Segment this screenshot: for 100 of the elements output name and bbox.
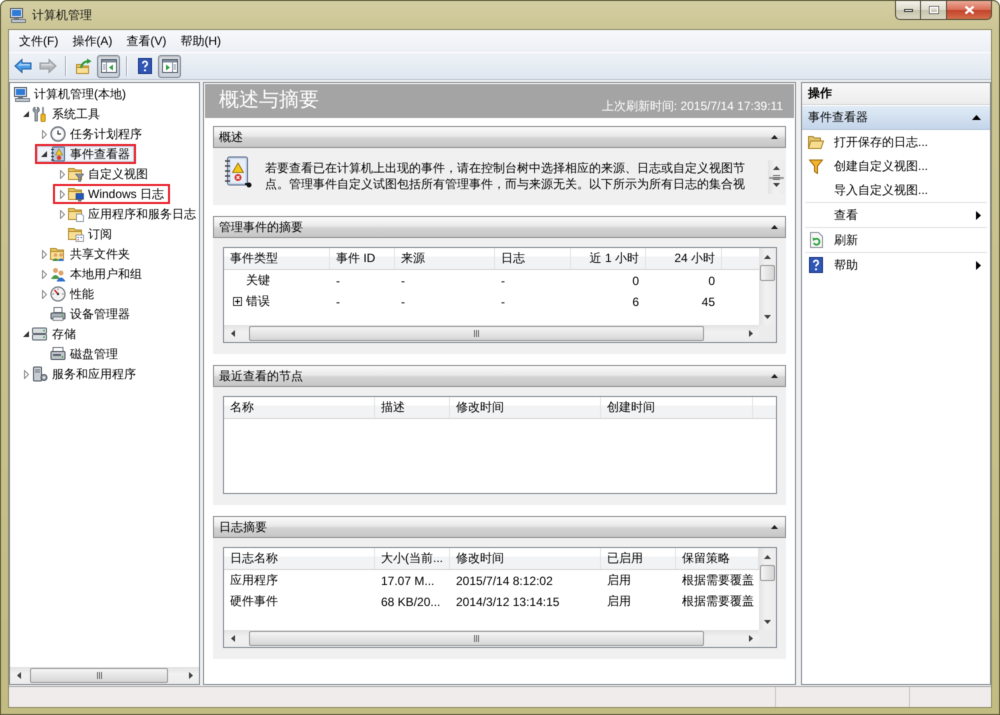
- show-tree-button[interactable]: [97, 54, 120, 78]
- tree-item[interactable]: 性能: [35, 284, 97, 304]
- tree-item[interactable]: 计算机管理(本地): [11, 84, 129, 104]
- printer-icon: [50, 306, 66, 322]
- table-cell-text: -: [500, 294, 506, 310]
- tree-item[interactable]: 应用程序和服务日志: [53, 204, 199, 224]
- section-header[interactable]: 概述: [213, 126, 786, 148]
- scroll-down-icon: [773, 183, 780, 187]
- table-cell-text: 2014/3/12 13:14:15: [455, 594, 560, 610]
- action-item[interactable]: 帮助: [802, 253, 990, 277]
- column-header[interactable]: 24 小时: [646, 248, 722, 269]
- column-header[interactable]: 修改时间: [450, 397, 601, 418]
- maximize-icon: [928, 6, 938, 14]
- scroll-right-icon: [748, 330, 752, 337]
- table-cell-text: 关键: [246, 272, 271, 289]
- submenu-arrow-icon: [976, 260, 981, 270]
- column-header[interactable]: 日志名称: [224, 548, 375, 569]
- scrollbar-thumb[interactable]: [760, 565, 775, 581]
- scrollbar-thumb[interactable]: [248, 631, 704, 646]
- vertical-scrollbar[interactable]: [759, 248, 776, 325]
- panel-title: 概述与摘要: [218, 88, 319, 113]
- column-header[interactable]: 事件类型: [224, 248, 330, 269]
- computer-icon: [14, 86, 30, 102]
- tree-item[interactable]: 设备管理器: [35, 304, 133, 324]
- column-header[interactable]: 事件 ID: [330, 248, 395, 269]
- column-header[interactable]: 创建时间: [601, 397, 753, 418]
- menu-item[interactable]: 帮助(H): [173, 31, 228, 51]
- window-title: 计算机管理: [32, 6, 92, 24]
- table-cell-text: 2015/7/14 8:12:02: [455, 572, 554, 590]
- scroll-down-icon: [764, 620, 771, 624]
- action-item[interactable]: 打开保存的日志...: [802, 130, 990, 154]
- left-arrow-icon: [14, 58, 32, 74]
- scrollbar-thumb[interactable]: [760, 265, 775, 281]
- tree-item[interactable]: 自定义视图: [53, 164, 151, 184]
- column-header[interactable]: 大小(当前...: [375, 548, 450, 569]
- scroll-up-icon: [764, 254, 771, 258]
- action-item[interactable]: 创建自定义视图...: [802, 154, 990, 178]
- menu-item[interactable]: 查看(V): [119, 31, 174, 51]
- scroll-right-icon: [748, 635, 752, 642]
- tree-item[interactable]: 订阅: [53, 224, 115, 244]
- funnel-icon: [809, 158, 823, 174]
- section-header[interactable]: 最近查看的节点: [213, 365, 786, 387]
- section-header[interactable]: 日志摘要: [213, 516, 786, 538]
- table-cell-text: 根据需要覆盖: [681, 572, 755, 589]
- column-header[interactable]: 描述: [375, 397, 450, 418]
- table-cell-text: 6: [631, 294, 640, 310]
- horizontal-scrollbar[interactable]: [224, 630, 759, 647]
- horizontal-scrollbar[interactable]: [10, 667, 199, 684]
- tree-item[interactable]: 服务和应用程序: [17, 364, 139, 384]
- minimize-icon: [904, 8, 912, 12]
- menu-item[interactable]: 操作(A): [65, 31, 120, 51]
- open-folder-icon: [808, 135, 824, 149]
- scrollbar-thumb[interactable]: [769, 176, 784, 178]
- tree-item[interactable]: 任务计划程序: [35, 124, 145, 144]
- action-section-header[interactable]: 事件查看器: [802, 106, 990, 130]
- horizontal-scrollbar[interactable]: [224, 325, 759, 342]
- action-item[interactable]: 刷新: [802, 228, 990, 252]
- column-header[interactable]: 修改时间: [450, 548, 601, 569]
- tree-item[interactable]: 事件查看器: [35, 144, 136, 164]
- table-cell-text: 启用: [606, 593, 632, 610]
- scrollbar-thumb[interactable]: [248, 326, 704, 341]
- users-icon: [50, 266, 66, 282]
- column-header[interactable]: 名称: [224, 397, 375, 418]
- show-actions-button[interactable]: [158, 54, 181, 78]
- tree-item[interactable]: 系统工具: [17, 104, 103, 124]
- table-cell-text: 根据需要覆盖: [681, 593, 755, 610]
- section-header[interactable]: 管理事件的摘要: [213, 216, 786, 238]
- scroll-up-icon: [773, 166, 780, 170]
- tree-item[interactable]: 磁盘管理: [35, 344, 121, 364]
- right-pane-icon: [162, 59, 178, 73]
- tree-item[interactable]: 共享文件夹: [35, 244, 133, 264]
- scroll-left-icon: [230, 330, 234, 337]
- table-cell-text: 错误: [246, 293, 271, 310]
- folder-arrow-icon: [76, 58, 92, 74]
- tree-item[interactable]: 本地用户和组: [35, 264, 145, 284]
- menu-item[interactable]: 文件(F): [12, 31, 66, 51]
- scroll-down-icon: [764, 314, 771, 318]
- maximize-button[interactable]: [921, 0, 947, 20]
- action-item[interactable]: 导入自定义视图...: [802, 178, 990, 202]
- table-cell-text: -: [400, 272, 406, 290]
- column-header[interactable]: 来源: [395, 248, 495, 269]
- folder-monitor-icon: [68, 186, 84, 202]
- tree-item[interactable]: Windows 日志: [53, 184, 170, 204]
- close-button[interactable]: [947, 0, 992, 20]
- grip-icon: [773, 175, 780, 180]
- column-header[interactable]: 近 1 小时: [571, 248, 646, 269]
- column-header[interactable]: 已启用: [601, 548, 676, 569]
- vertical-scrollbar[interactable]: [759, 548, 776, 630]
- folder-list-icon: [68, 226, 84, 242]
- folder-document-icon: [68, 206, 84, 222]
- clock-icon: [50, 126, 66, 142]
- submenu-arrow-icon: [976, 210, 981, 220]
- scrollbar-thumb[interactable]: [30, 668, 168, 683]
- column-header[interactable]: 日志: [495, 248, 571, 269]
- action-item[interactable]: 查看: [802, 203, 990, 227]
- tools-icon: [32, 106, 48, 122]
- minimize-button[interactable]: [895, 0, 921, 20]
- notebook-icon: [224, 156, 252, 188]
- table-cell-text: -: [500, 272, 506, 290]
- tree-item[interactable]: 存储: [17, 324, 79, 344]
